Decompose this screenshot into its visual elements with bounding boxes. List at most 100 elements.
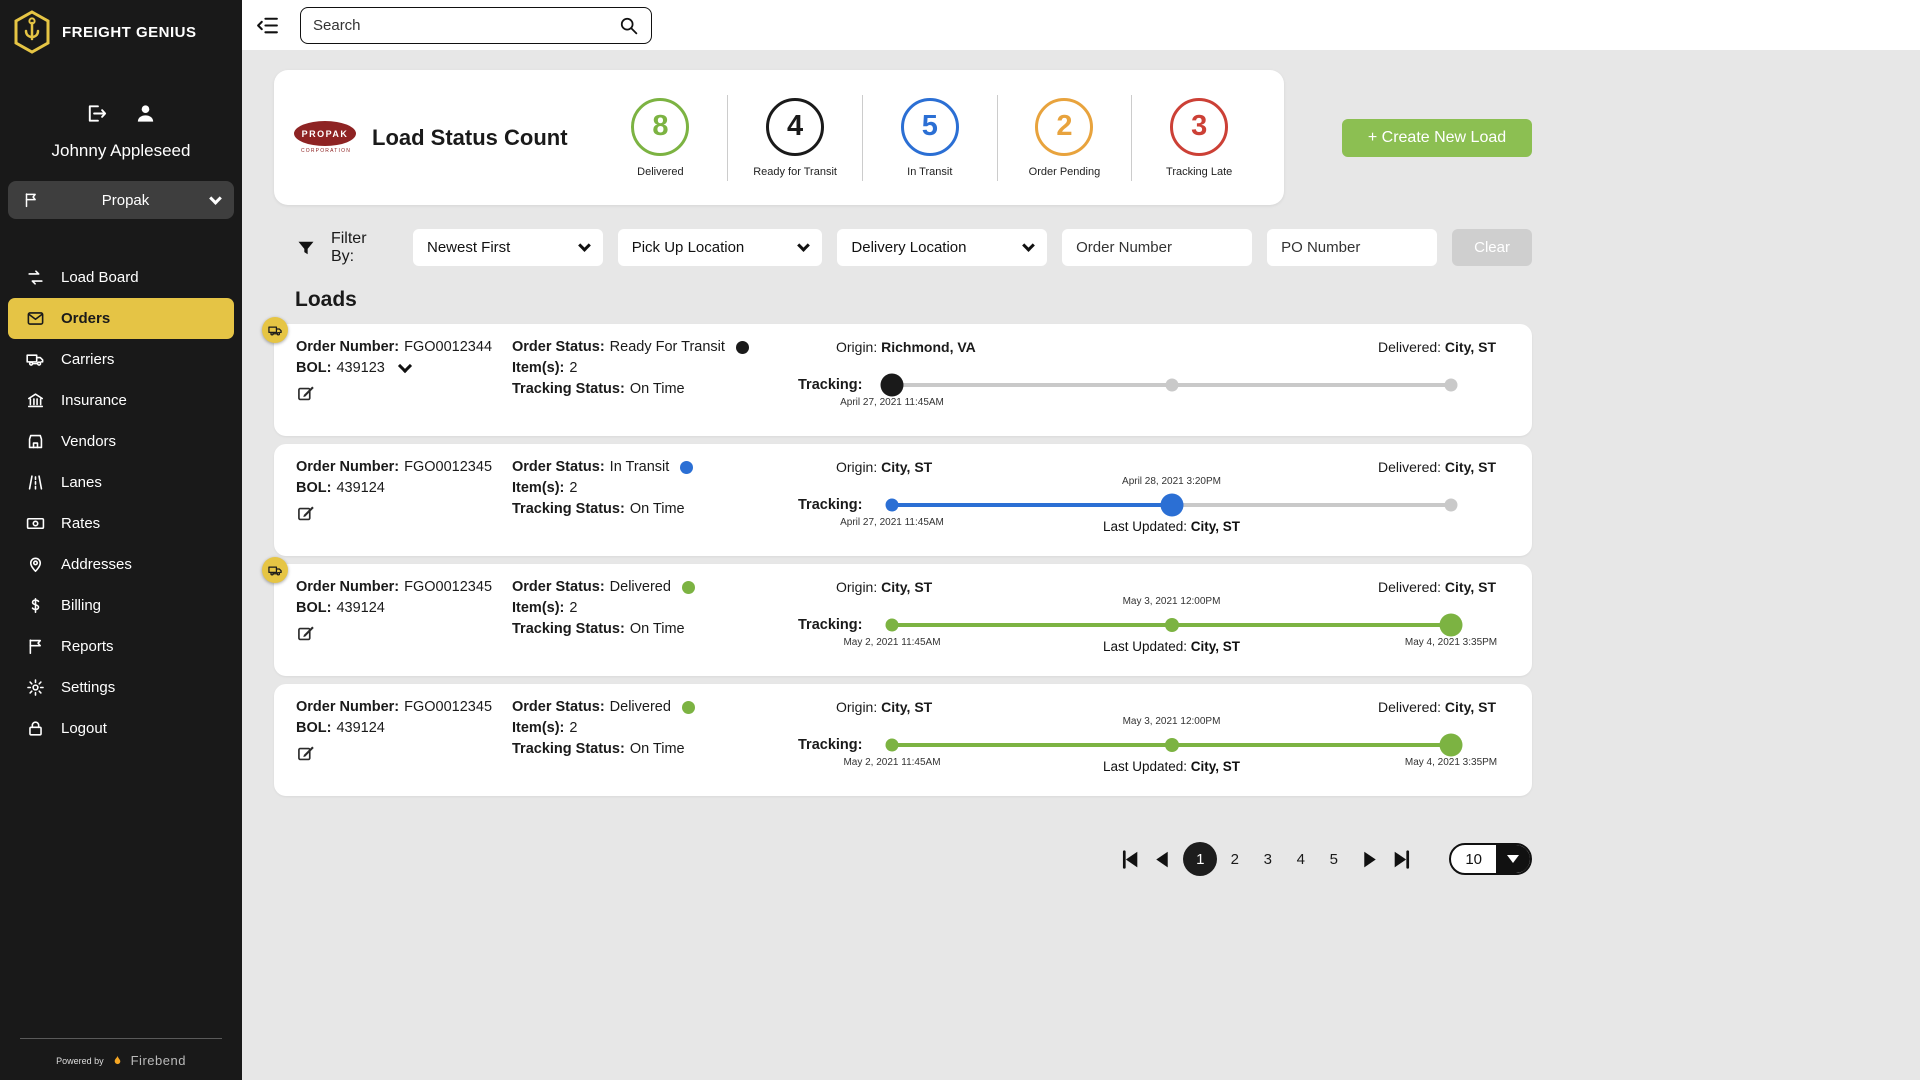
sidebar-item-lanes[interactable]: Lanes	[0, 462, 242, 503]
clear-filters-button[interactable]: Clear	[1452, 229, 1532, 266]
delivery-select-value: Delivery Location	[851, 239, 966, 256]
tracking-status-label: Tracking Status:	[512, 621, 625, 637]
lanes-icon	[26, 473, 45, 492]
load-board-icon	[26, 268, 45, 287]
edit-note-icon[interactable]	[296, 504, 316, 524]
filter-by-label: Filter By:	[331, 230, 394, 266]
origin-dot-icon	[881, 374, 904, 397]
collapse-sidebar-icon[interactable]	[255, 13, 280, 38]
freight-genius-logo-icon	[12, 10, 52, 54]
sidebar-item-billing[interactable]: Billing	[0, 585, 242, 626]
edit-note-icon[interactable]	[296, 384, 316, 404]
sidebar-item-rates[interactable]: Rates	[0, 503, 242, 544]
page-button-4[interactable]: 4	[1285, 844, 1316, 875]
start-date: April 27, 2021 11:45AM	[840, 397, 944, 408]
sidebar-item-carriers[interactable]: Carriers	[0, 339, 242, 380]
edit-note-icon[interactable]	[296, 744, 316, 764]
carriers-icon	[26, 350, 45, 369]
sign-out-icon[interactable]	[85, 102, 108, 125]
sidebar-item-label: Lanes	[61, 474, 102, 491]
sidebar-item-orders[interactable]: Orders	[8, 298, 234, 339]
next-page-icon[interactable]	[1357, 847, 1382, 872]
page-button-5[interactable]: 5	[1318, 844, 1349, 875]
order-number-label: Order Number:	[296, 699, 399, 715]
status-count-circle: 5	[901, 98, 959, 156]
tracking-status-value: On Time	[630, 501, 685, 517]
bol-label: BOL:	[296, 480, 331, 496]
pagination: 12345 10	[274, 842, 1532, 876]
last-updated: Last Updated: City, ST	[1103, 759, 1240, 774]
truck-badge-icon	[262, 317, 288, 343]
page-button-3[interactable]: 3	[1252, 844, 1283, 875]
topbar	[242, 0, 1920, 50]
search-icon[interactable]	[618, 15, 639, 36]
destination-dot-icon	[1440, 614, 1463, 637]
checkpoint-dot-icon	[1165, 379, 1178, 392]
sidebar-item-load-board[interactable]: Load Board	[0, 257, 242, 298]
delivery-location-select[interactable]: Delivery Location	[837, 229, 1047, 266]
sidebar-item-logout[interactable]: Logout	[0, 708, 242, 749]
sort-select[interactable]: Newest First	[413, 229, 603, 266]
tracking-status-label: Tracking Status:	[512, 741, 625, 757]
destination-dot-icon	[1445, 379, 1458, 392]
expand-chevron-icon[interactable]	[398, 359, 412, 373]
last-page-icon[interactable]	[1390, 847, 1415, 872]
sidebar-item-label: Rates	[61, 515, 100, 532]
origin: Origin: City, ST	[836, 459, 932, 475]
pickup-location-select[interactable]: Pick Up Location	[618, 229, 823, 266]
origin-dot-icon	[886, 619, 899, 632]
checkpoint-date: May 3, 2021 12:00PM	[1123, 596, 1221, 607]
items-value: 2	[569, 720, 577, 736]
po-number-input[interactable]	[1267, 229, 1437, 266]
user-profile-icon[interactable]	[134, 102, 157, 125]
sidebar-item-vendors[interactable]: Vendors	[0, 421, 242, 462]
page-size-select[interactable]: 10	[1449, 843, 1532, 875]
firebend-brand: Firebend	[131, 1053, 186, 1068]
order-number-input[interactable]	[1062, 229, 1252, 266]
sidebar-item-insurance[interactable]: Insurance	[0, 380, 242, 421]
checkpoint-dot-icon	[1165, 618, 1179, 632]
page-button-1[interactable]: 1	[1183, 842, 1217, 876]
chevron-down-icon	[1507, 855, 1519, 863]
sidebar-item-addresses[interactable]: Addresses	[0, 544, 242, 585]
items-value: 2	[569, 480, 577, 496]
load-card: Order Number:FGO0012344BOL:439123Order S…	[274, 324, 1532, 436]
powered-by: Powered by Firebend	[0, 1038, 242, 1068]
org-select-value: Propak	[102, 192, 150, 209]
status-dot-icon	[736, 341, 749, 354]
items-label: Item(s):	[512, 360, 564, 376]
brand: FREIGHT GENIUS	[0, 0, 242, 64]
billing-icon	[26, 596, 45, 615]
bol-value: 439123	[336, 360, 384, 376]
status-count-circle: 8	[631, 98, 689, 156]
chevron-down-icon	[798, 239, 811, 252]
main: PROPAK CORPORATION Load Status Count 8De…	[242, 0, 1920, 1080]
tracking-status-label: Tracking Status:	[512, 381, 625, 397]
bol-label: BOL:	[296, 360, 331, 376]
status-count-ready-for-transit: 4Ready for Transit	[728, 98, 862, 178]
search-input[interactable]	[313, 17, 618, 34]
checkpoint-dot-icon	[1165, 738, 1179, 752]
status-count-label: Tracking Late	[1166, 166, 1232, 178]
loads-heading: Loads	[295, 288, 1532, 312]
first-page-icon[interactable]	[1117, 847, 1142, 872]
sidebar-item-settings[interactable]: Settings	[0, 667, 242, 708]
edit-note-icon[interactable]	[296, 624, 316, 644]
org-select[interactable]: Propak	[8, 181, 234, 219]
last-updated: Last Updated: City, ST	[1103, 519, 1240, 534]
search-box	[300, 7, 652, 44]
status-count-label: In Transit	[907, 166, 952, 178]
previous-page-icon[interactable]	[1150, 847, 1175, 872]
create-new-load-button[interactable]: + Create New Load	[1342, 119, 1532, 157]
page-button-2[interactable]: 2	[1219, 844, 1250, 875]
delivered: Delivered: City, ST	[1378, 699, 1496, 715]
tracking-status-value: On Time	[630, 741, 685, 757]
sidebar-item-reports[interactable]: Reports	[0, 626, 242, 667]
status-count-label: Order Pending	[1029, 166, 1101, 178]
order-number-value: FGO0012344	[404, 339, 492, 355]
tracking-progress-bar: May 3, 2021 12:00PMMay 2, 2021 11:45AMLa…	[892, 623, 1451, 627]
chevron-down-icon	[578, 239, 591, 252]
bol-label: BOL:	[296, 720, 331, 736]
items-label: Item(s):	[512, 480, 564, 496]
start-date: May 2, 2021 11:45AM	[843, 757, 940, 768]
